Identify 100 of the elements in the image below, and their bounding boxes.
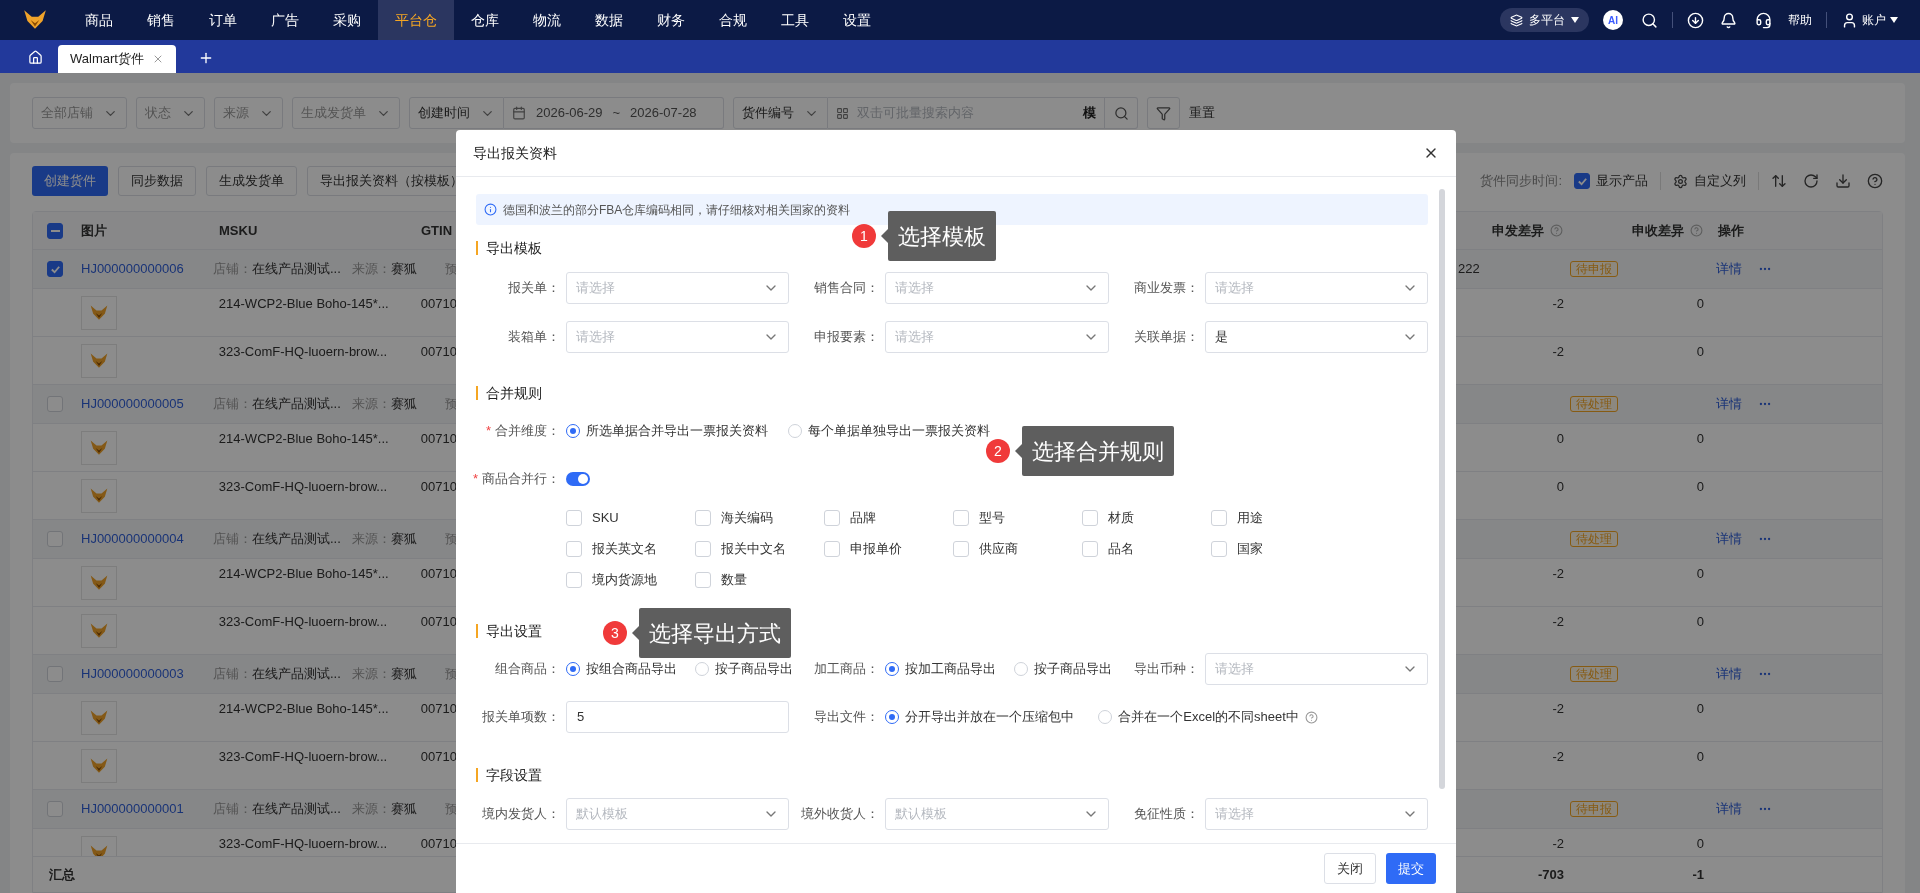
checkbox-label[interactable]: 型号 <box>979 508 1005 528</box>
checkbox-label[interactable]: 数量 <box>721 570 747 590</box>
filter-button[interactable] <box>1147 97 1180 129</box>
radio-label[interactable]: 按子商品导出 <box>715 659 793 679</box>
checkbox[interactable] <box>47 222 63 239</box>
diff-value: 0 <box>1556 431 1564 446</box>
diff-value: 0 <box>1696 749 1704 764</box>
date-type-dropdown[interactable]: 创建时间 <box>409 97 504 129</box>
field-label: 组合商品： <box>495 660 560 679</box>
date-range-field[interactable]: 2026-06-29 ~ 2026-07-28 <box>504 97 724 129</box>
help-link[interactable]: 帮助 <box>1788 11 1812 29</box>
search-type-dropdown[interactable]: 货件编号 <box>733 97 828 129</box>
field-label: 导出文件： <box>814 708 880 727</box>
select-field[interactable]: 是 <box>1204 321 1428 353</box>
user-icon[interactable] <box>1841 11 1858 29</box>
gtin-text: 00710 <box>420 430 457 448</box>
radio-label[interactable]: 合并在一个Excel的不同sheet中 <box>1118 707 1299 727</box>
diff-value: 0 <box>1696 566 1704 581</box>
checkbox-label[interactable]: 材质 <box>1108 508 1134 528</box>
row-height-icon[interactable] <box>1771 173 1787 189</box>
callout-tooltip: 选择模板 <box>881 211 996 261</box>
number-input[interactable]: 5 <box>566 701 790 733</box>
notice-text: 德国和波兰的部分FBA仓库编码相同，请仔细核对相关国家的资料 <box>503 201 851 219</box>
checkbox-label[interactable]: 申报单价 <box>850 539 902 559</box>
checkbox-label[interactable]: 报关英文名 <box>592 539 657 559</box>
nav-menu-item[interactable]: 平台仓 <box>378 0 454 40</box>
diff-value: 0 <box>1696 701 1704 716</box>
nav-menu-item[interactable]: 工具 <box>764 0 826 40</box>
help-icon[interactable] <box>1867 173 1883 189</box>
gtin-text: 00710 <box>420 343 457 361</box>
checkbox-label[interactable]: 境内货源地 <box>592 570 657 590</box>
caret-icon <box>1571 17 1579 23</box>
fuzzy-mode-toggle[interactable]: 模 <box>1083 103 1096 123</box>
section-heading: 字段设置 <box>486 765 542 785</box>
search-icon[interactable] <box>1641 11 1658 29</box>
headset-icon[interactable] <box>1755 11 1772 29</box>
refresh-icon[interactable] <box>1803 173 1819 189</box>
field-label: 装箱单： <box>508 328 560 347</box>
search-button[interactable] <box>1105 97 1138 129</box>
nav-menu-item[interactable]: 设置 <box>826 0 888 40</box>
nav-menu-item[interactable]: 广告 <box>254 0 316 40</box>
nav-menu-item[interactable]: 仓库 <box>454 0 516 40</box>
section-heading: 合并规则 <box>486 383 542 403</box>
checkbox-label[interactable]: 用途 <box>1237 508 1263 528</box>
bell-icon[interactable] <box>1720 11 1737 29</box>
checkbox-label[interactable]: 品名 <box>1108 539 1134 559</box>
radio-label[interactable]: 分开导出并放在一个压缩包中 <box>905 707 1075 727</box>
column-header: 申发差异 <box>1492 221 1544 240</box>
settings-icon[interactable] <box>1673 173 1688 189</box>
radio-label[interactable]: 所选单据合并导出一票报关资料 <box>586 421 768 441</box>
nav-menu-item[interactable]: 物流 <box>516 0 578 40</box>
toggle-switch[interactable] <box>566 472 590 486</box>
dialog-button[interactable]: 提交 <box>1386 853 1436 884</box>
status-tag: 待处理 <box>1570 396 1618 413</box>
checkbox-label[interactable]: 显示产品 <box>1596 171 1648 191</box>
column-header: 图片 <box>81 221 108 240</box>
ai-button[interactable]: AI <box>1603 10 1623 30</box>
checkbox-label[interactable]: 国家 <box>1237 539 1263 559</box>
download-icon[interactable] <box>1687 11 1704 29</box>
page-tab[interactable]: Walmart货件 <box>58 45 176 73</box>
checkbox-label[interactable]: 报关中文名 <box>721 539 786 559</box>
diff-value: -2 <box>1552 701 1564 716</box>
dialog-title: 导出报关资料 <box>473 143 557 163</box>
checkbox[interactable] <box>47 261 63 277</box>
checkbox-label[interactable]: 供应商 <box>979 539 1018 559</box>
gtin-text: 00710 <box>420 478 457 496</box>
nav-menu-item[interactable]: 财务 <box>640 0 702 40</box>
nav-menu-item[interactable]: 采购 <box>316 0 378 40</box>
callout-tooltip: 选择合并规则 <box>1015 426 1174 476</box>
help-icon[interactable] <box>1304 710 1318 724</box>
nav-menu-item[interactable]: 商品 <box>68 0 130 40</box>
nav-menu-item[interactable]: 销售 <box>130 0 192 40</box>
nav-menu-item[interactable]: 订单 <box>192 0 254 40</box>
scrollbar-thumb[interactable] <box>1439 189 1445 789</box>
radio-label[interactable]: 按加工商品导出 <box>905 659 997 679</box>
field-label: 报关单： <box>508 279 560 298</box>
minus-icon <box>50 229 60 232</box>
toolbar-button[interactable]: 同步数据 <box>118 166 196 196</box>
account-menu[interactable]: 账户 <box>1862 11 1886 29</box>
nav-menu-item[interactable]: 数据 <box>578 0 640 40</box>
checkbox[interactable] <box>1574 173 1590 189</box>
msku-text: 323-ComF-HQ-luoern-brow... <box>218 479 388 494</box>
gtin-text: 00710 <box>420 565 457 583</box>
toolbar-button[interactable]: 生成发货单 <box>206 166 297 196</box>
reset-link[interactable]: 重置 <box>1189 103 1215 123</box>
status-tag: 待处理 <box>1570 666 1618 683</box>
checkbox-label[interactable]: 海关编码 <box>721 508 773 528</box>
radio-label[interactable]: 每个单据单独导出一票报关资料 <box>808 421 990 441</box>
field-label: 关联单据： <box>1133 328 1199 347</box>
custom-columns-link[interactable]: 自定义列 <box>1694 171 1746 191</box>
checkbox-label[interactable]: SKU <box>592 508 619 528</box>
radio-label[interactable]: 按组合商品导出 <box>586 659 677 679</box>
dialog-button[interactable]: 关闭 <box>1324 853 1376 884</box>
step-badge: 1 <box>852 224 876 248</box>
checkbox-label[interactable]: 品牌 <box>850 508 876 528</box>
truncated-text: 222 <box>1458 261 1480 277</box>
nav-menu-item[interactable]: 合规 <box>702 0 764 40</box>
platform-dropdown[interactable]: 多平台 <box>1500 8 1589 32</box>
calendar-icon <box>512 106 526 120</box>
radio-label[interactable]: 按子商品导出 <box>1034 659 1113 679</box>
